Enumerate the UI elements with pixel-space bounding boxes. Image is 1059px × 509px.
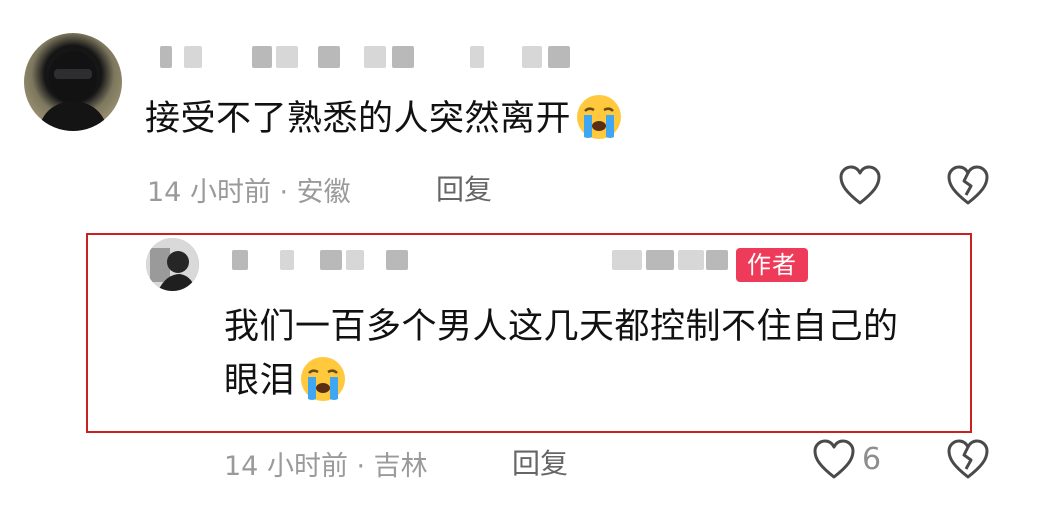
reply-button[interactable]: 回复 xyxy=(436,168,492,208)
helmet-icon xyxy=(38,51,108,131)
comment-timestamp-location: 14 小时前 · 安徽 xyxy=(147,177,351,208)
author-badge: 作者 xyxy=(736,248,808,282)
broken-heart-icon[interactable] xyxy=(946,164,990,210)
comment-line-1: 我们一百多个男人这几天都控制不住自己的 xyxy=(224,307,899,347)
loudly-crying-face-emoji xyxy=(299,355,347,403)
loudly-crying-face-emoji xyxy=(575,93,623,141)
author-reply-button[interactable]: 回复 xyxy=(512,442,568,482)
comment-body: 接受不了熟悉的人突然离开 xyxy=(145,92,623,146)
comment-line-2: 眼泪 xyxy=(224,354,899,408)
person-photo-icon xyxy=(146,238,199,291)
author-avatar[interactable] xyxy=(146,238,199,291)
author-like-heart-icon[interactable] xyxy=(812,438,856,484)
commenter-avatar[interactable] xyxy=(24,33,122,131)
like-count: 6 xyxy=(862,442,882,477)
author-comment-timestamp-location: 14 小时前 · 吉林 xyxy=(224,451,428,482)
author-broken-heart-icon[interactable] xyxy=(946,438,990,484)
like-heart-icon[interactable] xyxy=(838,164,882,210)
author-comment-body: 我们一百多个男人这几天都控制不住自己的 眼泪 xyxy=(224,300,899,408)
